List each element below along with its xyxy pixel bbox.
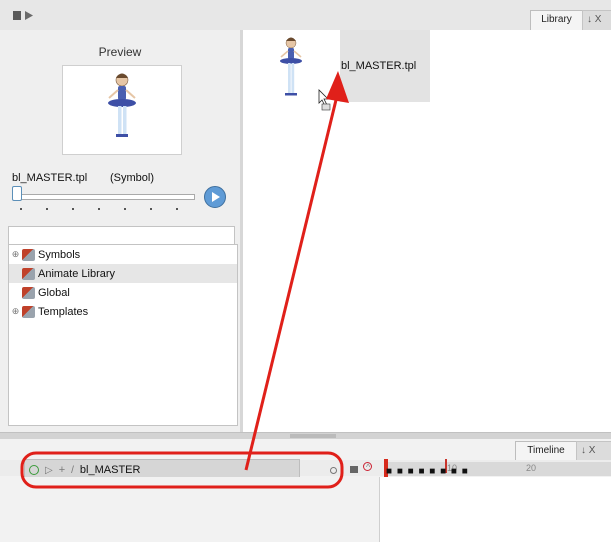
close-icon[interactable]: X — [595, 14, 602, 25]
slider-tick — [150, 208, 152, 210]
slider-tick — [46, 208, 48, 210]
slider-tick — [124, 208, 126, 210]
close-icon[interactable]: X — [589, 445, 596, 456]
timeline-frame-cells[interactable]: ■ ■ ■ ■ ■ ■ ■ ■ — [386, 466, 469, 477]
preview-area — [62, 65, 182, 155]
drag-cursor-icon — [318, 89, 332, 111]
tree-item-label: Animate Library — [38, 267, 116, 280]
pencil-icon[interactable]: / — [71, 465, 74, 476]
tree-item-label: Symbols — [38, 248, 81, 261]
panel-menu-icon[interactable] — [13, 9, 39, 22]
tree-item-label: Global — [38, 286, 70, 299]
slider-tick — [72, 208, 74, 210]
tab-library[interactable]: Library — [530, 10, 583, 30]
slider-tick — [176, 208, 178, 210]
tab-timeline[interactable]: Timeline — [515, 441, 577, 461]
preview-slider-handle[interactable] — [12, 186, 22, 201]
tree-item-label: Templates — [38, 305, 89, 318]
layer-option-icon[interactable] — [330, 467, 337, 474]
layer-enable-icon[interactable] — [29, 465, 39, 475]
scroll-up-icon[interactable]: ^ — [366, 462, 370, 472]
expand-icon[interactable]: ⊕ — [11, 307, 20, 316]
folder-icon — [22, 305, 35, 318]
preview-slider-track[interactable] — [13, 194, 195, 200]
top-bar — [0, 0, 611, 30]
tree-item-animate-library[interactable]: Animate Library — [9, 264, 237, 283]
library-search-input[interactable] — [8, 226, 235, 246]
splitter-grip[interactable] — [290, 434, 336, 438]
pin-icon: ↓ — [587, 14, 592, 25]
library-tree: ⊕ Symbols Animate Library Global ⊕ Templ… — [8, 244, 238, 426]
folder-icon — [22, 286, 35, 299]
ballerina-preview-image — [108, 73, 136, 137]
slider-tick — [98, 208, 100, 210]
slider-tick — [20, 208, 22, 210]
tree-item-symbols[interactable]: ⊕ Symbols — [9, 245, 237, 264]
tab-close-timeline[interactable]: ↓ X — [576, 441, 611, 461]
folder-icon — [22, 248, 35, 261]
tab-close-library[interactable]: ↓ X — [582, 10, 611, 30]
tree-item-global[interactable]: Global — [9, 283, 237, 302]
expand-layer-icon[interactable]: ▷ — [45, 465, 53, 476]
library-item-thumbnail[interactable] — [267, 35, 315, 105]
folder-icon — [22, 267, 35, 280]
symbol-name: bl_MASTER.tpl — [12, 172, 88, 184]
library-item-label[interactable]: bl_MASTER.tpl — [340, 30, 430, 102]
pin-icon: ↓ — [581, 445, 586, 456]
symbol-type: (Symbol) — [110, 172, 155, 184]
preview-title: Preview — [98, 45, 142, 59]
layer-menu-icon[interactable] — [350, 466, 358, 473]
layer-list-area — [0, 477, 379, 542]
play-icon[interactable] — [204, 186, 226, 208]
expand-icon[interactable]: ⊕ — [11, 250, 20, 259]
timeline-frames-area[interactable] — [379, 477, 611, 542]
ruler-tick-20: 20 — [526, 463, 537, 473]
layer-name[interactable]: bl_MASTER — [80, 464, 141, 476]
tree-item-templates[interactable]: ⊕ Templates — [9, 302, 237, 321]
add-icon[interactable]: + — [59, 464, 65, 476]
